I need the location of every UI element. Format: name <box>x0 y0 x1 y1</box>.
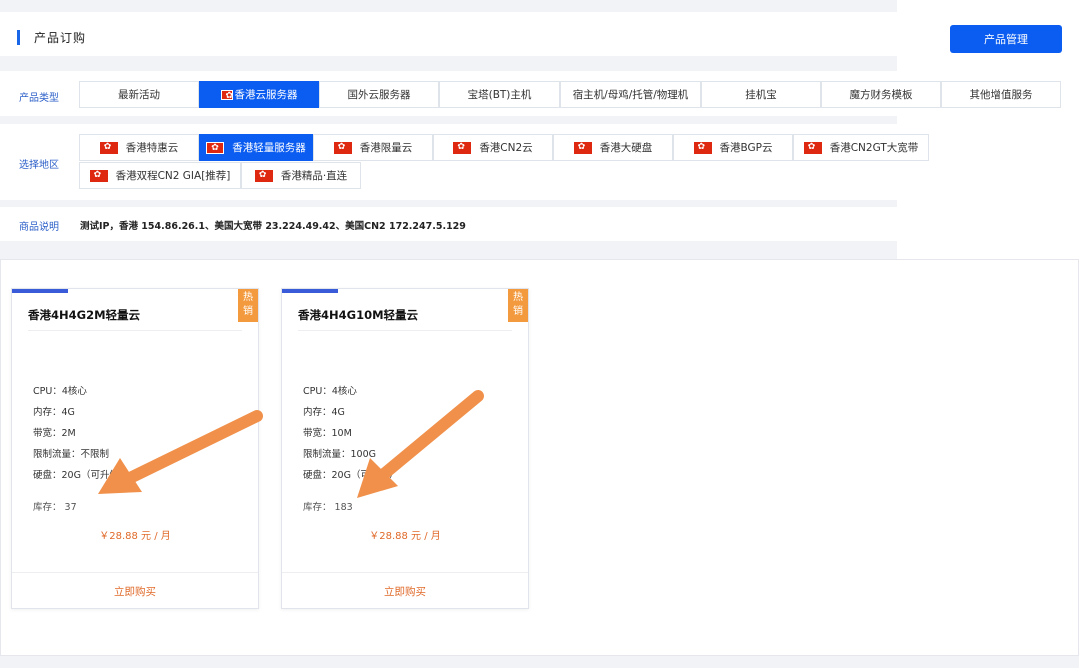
tab-label: 香港限量云 <box>359 142 413 154</box>
hot-sale-badge: 热 销 <box>508 289 528 322</box>
region-tab-hk-discount[interactable]: 香港特惠云 <box>79 134 199 161</box>
region-tab-hk-premium-direct[interactable]: 香港精品·直连 <box>241 162 361 189</box>
divider <box>298 330 512 331</box>
buy-now-button[interactable]: 立即购买 <box>282 584 528 599</box>
tab-label: 香港BGP云 <box>719 142 773 154</box>
price: ￥28.88 元 / 月 <box>99 531 171 542</box>
spec-traffic: 限制流量：100G <box>303 449 376 460</box>
tab-label: 香港CN2云 <box>479 142 533 154</box>
product-type-label: 产品类型 <box>19 93 59 104</box>
product-name: 香港4H4G2M轻量云 <box>28 308 141 322</box>
tab-overseas-cloud-server[interactable]: 国外云服务器 <box>319 81 439 108</box>
price: ￥28.88 元 / 月 <box>369 531 441 542</box>
tab-label: 宝塔(BT)主机 <box>467 89 532 101</box>
tab-latest-activity[interactable]: 最新活动 <box>79 81 199 108</box>
tab-label: 香港云服务器 <box>234 89 298 101</box>
hk-flag-icon <box>220 89 233 102</box>
description-text: 测试IP，香港 154.86.26.1、美国大宽带 23.224.49.42、美… <box>80 221 466 232</box>
tab-physical-machine[interactable]: 宿主机/母鸡/托管/物理机 <box>560 81 701 108</box>
tab-finance-template[interactable]: 魔方财务模板 <box>821 81 941 108</box>
tab-other-services[interactable]: 其他增值服务 <box>941 81 1061 108</box>
badge-text: 热 销 <box>513 292 523 317</box>
description-row: 商品说明 测试IP，香港 154.86.26.1、美国大宽带 23.224.49… <box>0 207 897 241</box>
tab-label: 其他增值服务 <box>969 89 1033 101</box>
divider <box>12 572 258 573</box>
divider <box>282 572 528 573</box>
divider <box>28 330 242 331</box>
hk-flag-icon <box>453 141 472 154</box>
badge-text: 热 销 <box>243 292 253 317</box>
title-accent-bar <box>17 30 20 45</box>
region-tab-hk-lightweight[interactable]: 香港轻量服务器 <box>199 134 313 161</box>
spec-memory: 内存：4G <box>33 407 75 418</box>
spec-disk: 硬盘：20G（可升级） <box>33 470 129 481</box>
stock-count: 库存： 37 <box>33 502 77 513</box>
hk-flag-icon <box>693 141 712 154</box>
region-tab-hk-cn2[interactable]: 香港CN2云 <box>433 134 553 161</box>
buy-now-button[interactable]: 立即购买 <box>12 584 258 599</box>
hk-flag-icon <box>206 141 225 154</box>
hk-flag-icon <box>573 141 592 154</box>
region-tab-hk-cn2-gia[interactable]: 香港双程CN2 GIA[推荐] <box>79 162 241 189</box>
spec-traffic: 限制流量：不限制 <box>33 449 110 460</box>
region-tab-hk-limited[interactable]: 香港限量云 <box>313 134 433 161</box>
tab-label: 挂机宝 <box>745 89 777 101</box>
page-header: 产品订购 <box>0 12 897 56</box>
product-name: 香港4H4G10M轻量云 <box>298 308 419 322</box>
hk-flag-icon <box>89 169 108 182</box>
spec-cpu: CPU：4核心 <box>33 386 87 397</box>
tab-label: 香港CN2GT大宽带 <box>829 142 919 154</box>
tab-label: 香港特惠云 <box>125 142 179 154</box>
tab-label: 魔方财务模板 <box>849 89 913 101</box>
tab-label: 香港精品·直连 <box>280 170 348 182</box>
region-label: 选择地区 <box>19 160 59 171</box>
hk-flag-icon <box>333 141 352 154</box>
hk-flag-icon <box>99 141 118 154</box>
tab-label: 香港双程CN2 GIA[推荐] <box>115 170 231 182</box>
stock-count: 库存： 183 <box>303 502 353 513</box>
tab-bt-host[interactable]: 宝塔(BT)主机 <box>439 81 560 108</box>
page-title: 产品订购 <box>34 31 87 45</box>
tab-label: 国外云服务器 <box>347 89 411 101</box>
spec-bandwidth: 带宽：2M <box>33 428 76 439</box>
tab-guajibao[interactable]: 挂机宝 <box>701 81 821 108</box>
spec-memory: 内存：4G <box>303 407 345 418</box>
hk-flag-icon <box>254 169 273 182</box>
region-tab-hk-cn2gt[interactable]: 香港CN2GT大宽带 <box>793 134 929 161</box>
tab-label: 香港轻量服务器 <box>232 142 306 154</box>
description-label: 商品说明 <box>19 222 59 233</box>
tab-label: 香港大硬盘 <box>599 142 653 154</box>
spec-cpu: CPU：4核心 <box>303 386 357 397</box>
hk-flag-icon <box>803 141 822 154</box>
tab-label: 宿主机/母鸡/托管/物理机 <box>572 89 689 101</box>
spec-bandwidth: 带宽：10M <box>303 428 352 439</box>
spec-disk: 硬盘：20G（可升级） <box>303 470 399 481</box>
tab-hk-cloud-server[interactable]: 香港云服务器 <box>199 81 319 108</box>
card-accent-bar <box>282 289 338 293</box>
card-accent-bar <box>12 289 68 293</box>
product-management-button[interactable]: 产品管理 <box>950 25 1062 53</box>
product-card: 热 销 香港4H4G10M轻量云 CPU：4核心 内存：4G 带宽：10M 限制… <box>281 288 529 609</box>
region-tab-hk-bgp[interactable]: 香港BGP云 <box>673 134 793 161</box>
region-tab-hk-large-disk[interactable]: 香港大硬盘 <box>553 134 673 161</box>
hot-sale-badge: 热 销 <box>238 289 258 322</box>
tab-label: 最新活动 <box>118 89 160 101</box>
product-card: 热 销 香港4H4G2M轻量云 CPU：4核心 内存：4G 带宽：2M 限制流量… <box>11 288 259 609</box>
